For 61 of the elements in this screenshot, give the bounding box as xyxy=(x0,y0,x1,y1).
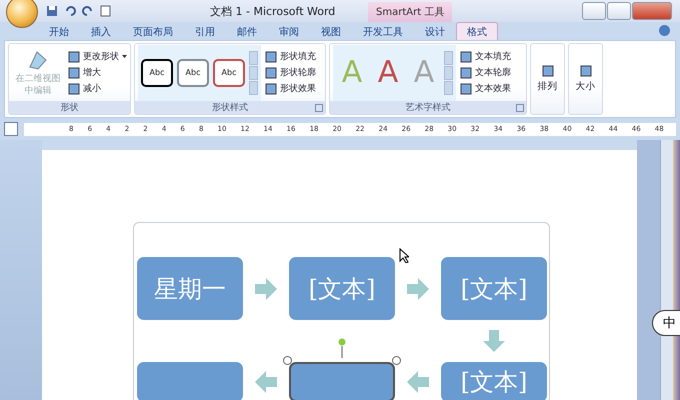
ribbon-tab[interactable]: 引用 xyxy=(184,22,226,40)
scroll-up-button[interactable] xyxy=(444,50,453,64)
scroll-up-button[interactable] xyxy=(249,50,258,64)
scroll-down-button[interactable] xyxy=(249,66,258,80)
close-button[interactable] xyxy=(632,2,672,20)
ribbon-tab[interactable]: 插入 xyxy=(80,22,122,40)
ribbon-tab[interactable]: 开始 xyxy=(38,22,80,40)
arrow-icon xyxy=(255,278,277,300)
maximize-button[interactable] xyxy=(607,2,631,20)
arrow-icon xyxy=(483,330,505,352)
window-title: 文档 1 - Microsoft Word xyxy=(210,4,336,19)
ribbon-command[interactable]: 文本轮廓 xyxy=(460,65,511,80)
contextual-tab-label: SmartArt 工具 xyxy=(368,2,452,22)
caret-icon xyxy=(122,55,127,58)
redo-icon[interactable] xyxy=(82,5,94,17)
ribbon-command[interactable]: 减小 xyxy=(68,81,127,96)
arrow-icon xyxy=(407,371,429,393)
ribbon-command[interactable]: 文本填充 xyxy=(460,49,511,64)
ribbon-tab[interactable]: 开发工具 xyxy=(352,22,414,40)
arrow-icon xyxy=(255,371,277,393)
ribbon-tab[interactable]: 审阅 xyxy=(268,22,310,40)
group-label: 艺术字样式 xyxy=(330,101,526,114)
diagram-box[interactable] xyxy=(289,362,395,400)
save-icon[interactable] xyxy=(46,5,58,17)
ribbon-command[interactable]: 更改形状 xyxy=(68,49,127,64)
more-button[interactable] xyxy=(249,80,258,94)
help-icon[interactable] xyxy=(659,25,670,36)
ribbon-tab[interactable]: 设计 xyxy=(414,22,456,40)
shape-style-sample[interactable]: Abc xyxy=(177,58,209,86)
ribbon-command[interactable]: 文本效果 xyxy=(460,81,511,96)
minimize-button[interactable] xyxy=(582,2,606,20)
ribbon-command[interactable]: 形状填充 xyxy=(265,49,316,64)
scrollbar[interactable] xyxy=(660,140,673,400)
more-button[interactable] xyxy=(444,80,453,94)
arrange-button[interactable]: 排列 xyxy=(534,65,561,93)
resize-handle[interactable] xyxy=(283,356,292,365)
rotate-handle[interactable] xyxy=(338,338,346,358)
tab-selector[interactable] xyxy=(4,122,18,136)
dialog-launcher-icon[interactable] xyxy=(516,104,524,112)
ribbon-command[interactable]: 形状效果 xyxy=(265,81,316,96)
group-label: 形状样式 xyxy=(135,101,325,114)
document-icon[interactable] xyxy=(100,5,111,17)
group-label: 形状 xyxy=(9,101,130,114)
size-button[interactable]: 大小 xyxy=(572,65,599,93)
ribbon-command[interactable]: 增大 xyxy=(68,65,127,80)
undo-icon[interactable] xyxy=(64,5,76,17)
wordart-sample[interactable]: A xyxy=(372,54,404,90)
dialog-launcher-icon[interactable] xyxy=(315,104,323,112)
ribbon-tab[interactable]: 视图 xyxy=(310,22,352,40)
arrow-icon xyxy=(407,278,429,300)
cursor-icon xyxy=(399,248,409,263)
ribbon-tab[interactable]: 页面布局 xyxy=(122,22,184,40)
ribbon-tab[interactable]: 邮件 xyxy=(226,22,268,40)
ribbon-command[interactable]: 形状轮廓 xyxy=(265,65,316,80)
scroll-down-button[interactable] xyxy=(444,66,453,80)
shape-style-sample[interactable]: Abc xyxy=(141,58,173,86)
office-button[interactable] xyxy=(6,0,38,28)
ime-indicator: 中 xyxy=(652,310,680,336)
shape-style-sample[interactable]: Abc xyxy=(213,58,245,86)
ribbon-tab[interactable]: 格式 xyxy=(456,22,498,40)
resize-handle[interactable] xyxy=(392,356,401,365)
